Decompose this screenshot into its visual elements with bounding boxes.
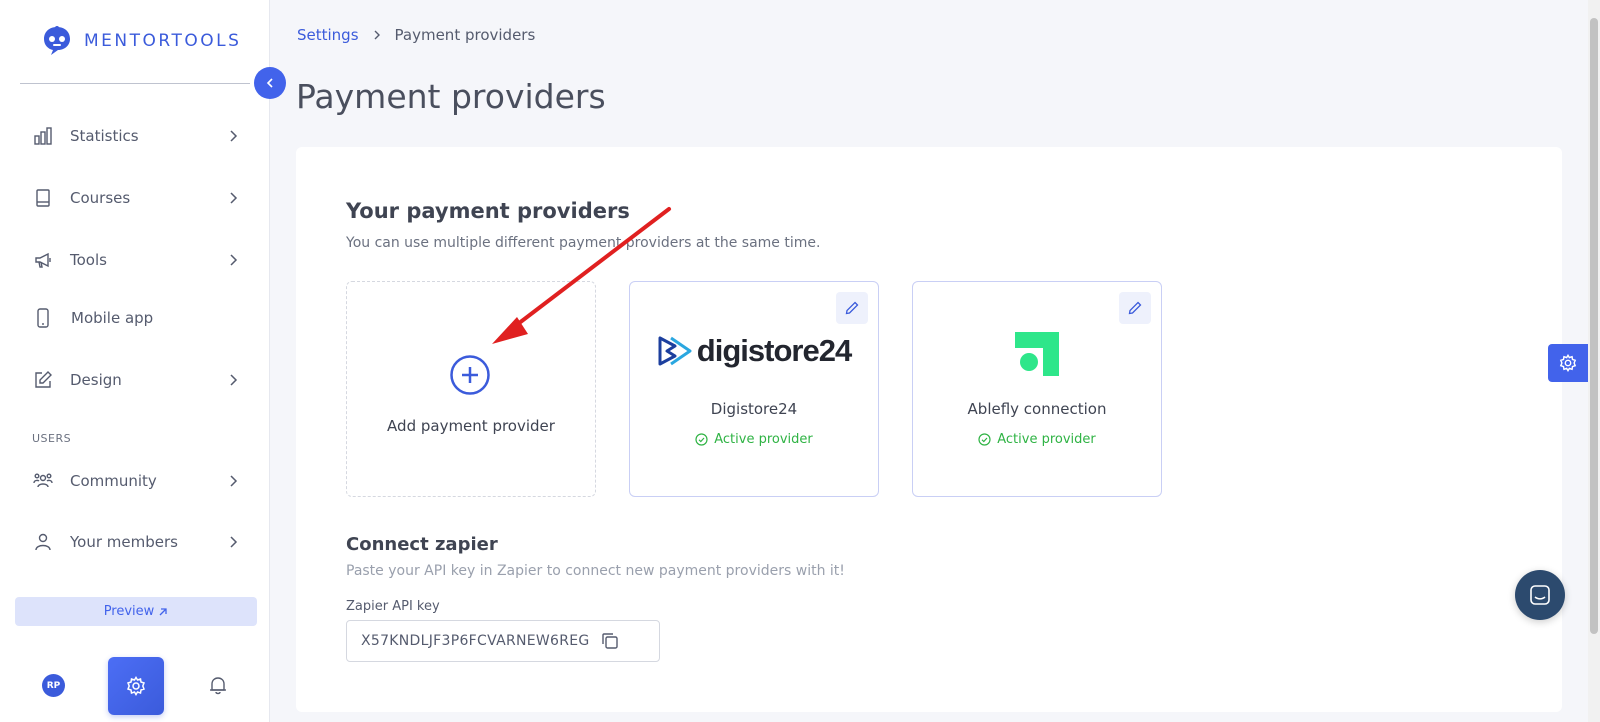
sidebar: MENTORTOOLS Statistics Courses Tools Mob… — [0, 0, 270, 722]
sidebar-item-your-members[interactable]: Your members — [32, 522, 240, 562]
sidebar-item-label: Community — [70, 472, 157, 490]
provider-name: Ablefly connection — [967, 400, 1107, 418]
settings-button[interactable] — [108, 657, 164, 715]
edit-square-icon — [32, 369, 54, 391]
check-circle-icon — [978, 433, 991, 446]
digistore24-mark-icon — [658, 336, 692, 366]
collapse-sidebar-button[interactable] — [254, 67, 286, 99]
breadcrumb-current: Payment providers — [394, 26, 536, 44]
zapier-api-key-field[interactable]: X57KNDLJF3P6FCVARNEW6REG — [346, 620, 660, 662]
add-payment-provider-label: Add payment provider — [387, 417, 555, 435]
chevron-left-icon — [266, 78, 273, 88]
provider-status-text: Active provider — [997, 432, 1096, 447]
gear-icon — [127, 676, 145, 696]
sidebar-item-label: Mobile app — [71, 309, 154, 327]
provider-name: Digistore24 — [710, 400, 798, 418]
breadcrumb-settings-link[interactable]: Settings — [297, 26, 359, 44]
edit-provider-button[interactable] — [1119, 292, 1151, 324]
zapier-api-key-label: Zapier API key — [346, 599, 440, 614]
group-icon — [32, 470, 54, 492]
sidebar-item-label: Design — [70, 371, 122, 389]
external-arrow-icon — [159, 607, 167, 615]
provider-status: Active provider — [630, 432, 878, 447]
add-payment-provider-card[interactable]: Add payment provider — [346, 281, 596, 497]
providers-section-subtitle: You can use multiple different payment p… — [346, 235, 821, 251]
check-circle-icon — [695, 433, 708, 446]
pencil-icon — [845, 301, 859, 315]
digistore24-wordmark: digistore24 — [696, 333, 852, 368]
sidebar-item-mobile-app[interactable]: Mobile app — [32, 298, 240, 338]
provider-card-digistore24[interactable]: digistore24 Digistore24 Active provider — [629, 281, 879, 497]
provider-card-ablefly[interactable]: Ablefly connection Active provider — [912, 281, 1162, 497]
user-icon — [32, 531, 54, 553]
sidebar-item-label: Statistics — [70, 127, 139, 145]
phone-icon — [32, 307, 54, 329]
sidebar-item-label: Your members — [70, 533, 178, 551]
digistore24-logo: digistore24 — [630, 334, 878, 368]
sidebar-item-community[interactable]: Community — [32, 461, 240, 501]
provider-status-text: Active provider — [714, 432, 813, 447]
zapier-section-title: Connect zapier — [346, 534, 498, 555]
sidebar-item-label: Tools — [70, 251, 107, 269]
sidebar-item-label: Courses — [70, 189, 131, 207]
chat-icon — [1530, 585, 1550, 605]
chevron-right-icon — [230, 536, 238, 548]
chevron-right-icon — [230, 192, 238, 204]
chevron-right-icon — [374, 30, 380, 40]
chat-launcher-button[interactable] — [1515, 570, 1565, 620]
chevron-right-icon — [230, 374, 238, 386]
zapier-api-key-value[interactable]: X57KNDLJF3P6FCVARNEW6REG — [361, 633, 590, 649]
copy-icon[interactable] — [600, 631, 620, 651]
ablefly-logo — [913, 330, 1161, 378]
sidebar-item-design[interactable]: Design — [32, 360, 240, 400]
brand-logo[interactable]: MENTORTOOLS — [40, 24, 241, 58]
gear-icon — [1559, 354, 1577, 372]
ablefly-mark-icon — [1015, 332, 1059, 376]
users-section-label: USERS — [32, 432, 72, 445]
zapier-section-subtitle: Paste your API key in Zapier to connect … — [346, 563, 845, 579]
edit-provider-button[interactable] — [836, 292, 868, 324]
avatar[interactable]: RP — [42, 674, 65, 697]
preview-label: Preview — [103, 604, 155, 619]
scrollbar-thumb[interactable] — [1590, 18, 1598, 634]
chevron-right-icon — [230, 475, 238, 487]
bell-icon[interactable] — [207, 674, 229, 696]
floating-settings-button[interactable] — [1548, 344, 1588, 382]
providers-section-title: Your payment providers — [346, 199, 630, 223]
payment-providers-panel: Your payment providers You can use multi… — [296, 147, 1562, 712]
robot-logo-icon — [44, 26, 70, 55]
sidebar-item-statistics[interactable]: Statistics — [32, 116, 240, 156]
sidebar-item-courses[interactable]: Courses — [32, 178, 240, 218]
sidebar-item-tools[interactable]: Tools — [32, 240, 240, 280]
bar-chart-icon — [32, 125, 54, 147]
book-icon — [32, 187, 54, 209]
chevron-right-icon — [230, 130, 238, 142]
pencil-icon — [1128, 301, 1142, 315]
breadcrumb: Settings Payment providers — [297, 26, 535, 44]
preview-button[interactable]: Preview — [15, 597, 257, 626]
chevron-right-icon — [230, 254, 238, 266]
provider-status: Active provider — [913, 432, 1161, 447]
page-scrollbar[interactable] — [1588, 0, 1600, 722]
megaphone-icon — [32, 249, 54, 271]
plus-circle-icon — [450, 355, 490, 395]
page-title: Payment providers — [296, 77, 606, 116]
logo-divider — [20, 83, 250, 84]
brand-name: MENTORTOOLS — [84, 31, 242, 51]
